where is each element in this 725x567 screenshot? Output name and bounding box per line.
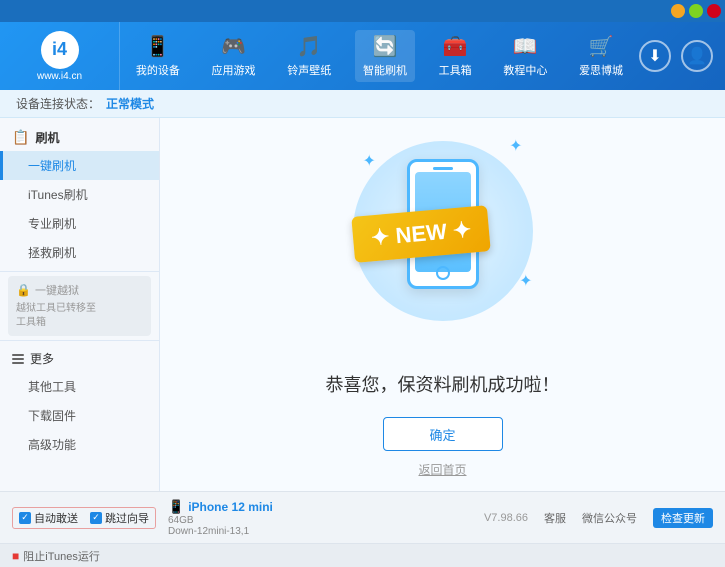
jailbreak-section: 🔒 一键越狱 越狱工具已转移至工具箱 (8, 276, 151, 336)
customer-service-link[interactable]: 客服 (544, 510, 566, 526)
footer-device-row: ✓ 自动敢送 ✓ 跳过向导 📱 iPhone 12 mini 64GB Down… (0, 491, 725, 543)
auto-send-label: 自动敢送 (34, 510, 78, 526)
flash-section-label: 刷机 (35, 129, 59, 146)
skip-wizard-checkbox[interactable]: ✓ 跳过向导 (90, 510, 149, 526)
sparkle-2: ✦ (509, 136, 522, 156)
home-link[interactable]: 返回首页 (418, 461, 466, 478)
flash-section-header: 📋 刷机 (0, 124, 159, 151)
download-firmware-label: 下载固件 (28, 409, 76, 423)
sparkle-1: ✦ (363, 151, 376, 171)
bottom-bar: ■ 阻止iTunes运行 (0, 543, 725, 567)
itunes-flash-label: iTunes刷机 (28, 188, 88, 202)
sidebar-item-other-tools[interactable]: 其他工具 (0, 372, 159, 401)
jailbreak-note: 越狱工具已转移至工具箱 (16, 302, 143, 330)
mic-flash-label: 拯救刷机 (28, 246, 76, 260)
success-message: 恭喜您，保资料刷机成功啦！ (326, 371, 560, 397)
nav-tutorial[interactable]: 📖 教程中心 (495, 30, 555, 82)
nav-toolbox[interactable]: 🧰 工具箱 (431, 30, 480, 82)
jailbreak-header: 🔒 一键越狱 (16, 282, 143, 298)
toolbox-icon: 🧰 (443, 34, 468, 59)
nav-ringtones[interactable]: 🎵 铃声壁纸 (279, 30, 339, 82)
advanced-label: 高级功能 (28, 438, 76, 452)
nav-toolbox-label: 工具箱 (439, 62, 472, 78)
more-icon (12, 354, 24, 364)
status-label: 设备连接状态： (16, 95, 100, 112)
sidebar-item-download-firmware[interactable]: 下载固件 (0, 401, 159, 430)
logo-icon: i4 (41, 31, 79, 69)
lock-icon: 🔒 (16, 283, 31, 297)
pro-flash-label: 专业刷机 (28, 217, 76, 231)
sidebar-divider-1 (0, 271, 159, 272)
smart-store-icon: 🔄 (373, 34, 398, 59)
close-button[interactable] (707, 4, 721, 18)
phone-icon: 📱 (168, 499, 184, 515)
sidebar-item-one-key-flash[interactable]: 一键刷机 (0, 151, 159, 180)
phone-home-btn (436, 266, 450, 280)
skip-wizard-label: 跳过向导 (105, 510, 149, 526)
logo-area: i4 www.i4.cn (0, 22, 120, 90)
sidebar-item-mic-flash[interactable]: 拯救刷机 (0, 238, 159, 267)
mom-store-icon: 🛒 (589, 34, 614, 59)
device-storage: 64GB (168, 515, 273, 526)
my-device-icon: 📱 (145, 34, 170, 59)
other-tools-label: 其他工具 (28, 380, 76, 394)
version-label: V7.98.66 (484, 512, 528, 524)
nav-ringtones-label: 铃声壁纸 (287, 62, 331, 78)
checkbox-group: ✓ 自动敢送 ✓ 跳过向导 (12, 507, 156, 529)
ringtones-icon: 🎵 (297, 34, 322, 59)
apps-games-icon: 🎮 (221, 34, 246, 59)
stop-itunes-icon: ■ (12, 549, 19, 563)
status-bar: 设备连接状态： 正常模式 (0, 90, 725, 118)
sidebar-item-advanced[interactable]: 高级功能 (0, 430, 159, 459)
device-model: Down-12mini-13,1 (168, 526, 273, 537)
success-illustration: ✦ ✦ ✦ ✦ NEW ✦ (343, 131, 543, 351)
wechat-public-link[interactable]: 微信公众号 (582, 510, 637, 526)
status-value: 正常模式 (106, 95, 154, 112)
more-section-label: 更多 (30, 350, 54, 367)
device-name: iPhone 12 mini (188, 500, 273, 514)
auto-send-check-icon: ✓ (19, 512, 31, 524)
tutorial-icon: 📖 (513, 34, 538, 59)
minimize-button[interactable] (671, 4, 685, 18)
nav-smart-store[interactable]: 🔄 智能刷机 (355, 30, 415, 82)
nav-smart-store-label: 智能刷机 (363, 62, 407, 78)
titlebar (0, 0, 725, 22)
nav-my-device-label: 我的设备 (136, 62, 180, 78)
more-section-header: 更多 (0, 345, 159, 372)
nav-my-device[interactable]: 📱 我的设备 (128, 30, 188, 82)
stop-itunes-label: 阻止iTunes运行 (23, 548, 100, 564)
auto-send-checkbox[interactable]: ✓ 自动敢送 (19, 510, 78, 526)
sidebar-item-pro-flash[interactable]: 专业刷机 (0, 209, 159, 238)
nav-mom-store-label: 爱思博城 (579, 62, 623, 78)
sidebar-divider-2 (0, 340, 159, 341)
nav-menu: 📱 我的设备 🎮 应用游戏 🎵 铃声壁纸 🔄 智能刷机 🧰 工具箱 📖 教程中心… (120, 22, 639, 90)
nav-right-actions: ⬇ 👤 (639, 40, 725, 72)
main-layout: 📋 刷机 一键刷机 iTunes刷机 专业刷机 拯救刷机 🔒 一键越狱 越狱工具… (0, 118, 725, 491)
download-button[interactable]: ⬇ (639, 40, 671, 72)
skip-wizard-check-icon: ✓ (90, 512, 102, 524)
confirm-button[interactable]: 确定 (383, 417, 503, 451)
jailbreak-label: 一键越狱 (35, 282, 79, 298)
nav-apps-games-label: 应用游戏 (212, 62, 256, 78)
account-button[interactable]: 👤 (681, 40, 713, 72)
content-area: ✦ ✦ ✦ ✦ NEW ✦ 恭喜您，保资料刷机成功啦！ 确定 返回首页 (160, 118, 725, 491)
sparkle-3: ✦ (519, 271, 532, 291)
device-info: 📱 iPhone 12 mini 64GB Down-12mini-13,1 (168, 499, 273, 537)
update-button[interactable]: 检查更新 (653, 508, 713, 528)
flash-section-icon: 📋 (12, 129, 29, 146)
one-key-flash-label: 一键刷机 (28, 159, 76, 173)
nav-tutorial-label: 教程中心 (503, 62, 547, 78)
maximize-button[interactable] (689, 4, 703, 18)
footer-right: V7.98.66 客服 微信公众号 检查更新 (484, 508, 713, 528)
stop-itunes-toggle[interactable]: ■ 阻止iTunes运行 (12, 548, 100, 564)
phone-speaker (433, 167, 453, 170)
header: i4 www.i4.cn 📱 我的设备 🎮 应用游戏 🎵 铃声壁纸 🔄 智能刷机… (0, 22, 725, 90)
nav-mom-store[interactable]: 🛒 爱思博城 (571, 30, 631, 82)
logo-subtitle: www.i4.cn (37, 71, 82, 82)
sidebar-item-itunes-flash[interactable]: iTunes刷机 (0, 180, 159, 209)
nav-apps-games[interactable]: 🎮 应用游戏 (204, 30, 264, 82)
sidebar: 📋 刷机 一键刷机 iTunes刷机 专业刷机 拯救刷机 🔒 一键越狱 越狱工具… (0, 118, 160, 491)
